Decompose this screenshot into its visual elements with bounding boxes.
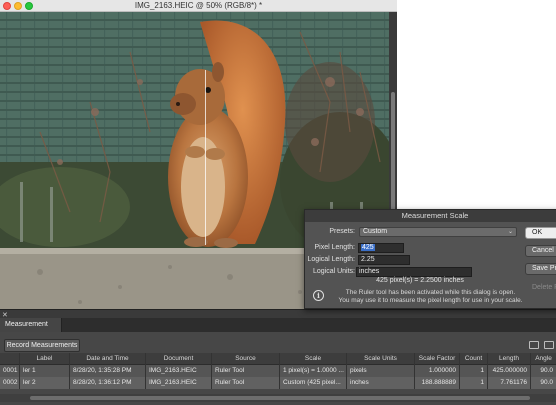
column-header[interactable]: Document [146, 353, 212, 365]
logical-length-label: Logical Length: [307, 256, 355, 263]
row-document: IMG_2163.HEIC [146, 377, 212, 389]
row-source: Ruler Tool [212, 365, 280, 377]
presets-value: Custom [363, 228, 388, 235]
row-count: 1 [460, 377, 488, 389]
record-measurements-button[interactable]: Record Measurements [4, 339, 80, 352]
row-label: ler 1 [20, 365, 70, 377]
row-scale: Custom (425 pixel... [280, 377, 347, 389]
pixel-length-field[interactable]: 425 [358, 243, 404, 253]
measurement-scale-dialog: Measurement Scale Presets: Custom ⌄ Pixe… [304, 209, 556, 309]
column-header[interactable]: Date and Time [70, 353, 146, 365]
scale-summary: 425 pixel(s) = 2.2500 inches [376, 277, 464, 284]
row-scale: 1 pixel(s) = 1.0000 ... [280, 365, 347, 377]
ok-button[interactable]: OK [525, 227, 556, 239]
info-icon: i [313, 290, 324, 301]
column-header[interactable]: Angle [531, 353, 556, 365]
tab-measurement-log[interactable]: Measurement Log [0, 318, 62, 342]
scrollbar-thumb[interactable] [391, 92, 395, 212]
scrollbar-thumb[interactable] [30, 396, 530, 400]
pixel-length-label: Pixel Length: [314, 244, 355, 251]
table-row[interactable]: 0001 ler 1 8/28/20, 1:35:28 PM IMG_2163.… [0, 365, 556, 377]
column-header[interactable]: Count [460, 353, 488, 365]
row-scale-factor: 1.000000 [415, 365, 460, 377]
row-date: 8/28/20, 1:35:28 PM [70, 365, 146, 377]
window-titlebar[interactable]: IMG_2163.HEIC @ 50% (RGB/8*) * [0, 0, 397, 12]
row-length: 7.761176 [488, 377, 531, 389]
row-label: ler 2 [20, 377, 70, 389]
panel-tab-bar: Measurement Log [0, 318, 556, 342]
cancel-button[interactable]: Cancel [525, 245, 556, 257]
column-header[interactable]: Label [20, 353, 70, 365]
save-preset-button[interactable]: Save Preset... [525, 263, 556, 275]
row-scale-factor: 188.888889 [415, 377, 460, 389]
presets-label: Presets: [329, 228, 355, 235]
measurement-log-panel: ✕ Measurement Log Record Measurements La… [0, 309, 556, 405]
row-document: IMG_2163.HEIC [146, 365, 212, 377]
column-header[interactable]: Length [488, 353, 531, 365]
table-header-row: Label Date and Time Document Source Scal… [0, 353, 556, 365]
row-scale-units: pixels [347, 365, 415, 377]
delete-icon[interactable] [544, 341, 554, 349]
logical-units-label: Logical Units: [312, 268, 355, 275]
presets-select[interactable]: Custom ⌄ [359, 227, 517, 237]
export-icon[interactable] [529, 341, 539, 349]
row-date: 8/28/20, 1:36:12 PM [70, 377, 146, 389]
row-length: 425.000000 [488, 365, 531, 377]
dialog-title: Measurement Scale [305, 210, 556, 222]
logical-length-field[interactable]: 2.25 [358, 255, 410, 265]
document-title: IMG_2163.HEIC @ 50% (RGB/8*) * [134, 1, 263, 10]
column-header[interactable]: Source [212, 353, 280, 365]
row-id: 0002 [0, 377, 20, 389]
ruler-measure-line[interactable] [205, 70, 206, 245]
table-row[interactable]: 0002 ler 2 8/28/20, 1:36:12 PM IMG_2163.… [0, 377, 556, 389]
column-header[interactable]: Scale Units [347, 353, 415, 365]
column-header-id [0, 353, 20, 365]
row-source: Ruler Tool [212, 377, 280, 389]
row-count: 1 [460, 365, 488, 377]
ruler-info-text: The Ruler tool has been activated while … [328, 289, 533, 305]
info-line-1: The Ruler tool has been activated while … [345, 289, 516, 296]
chevron-down-icon: ⌄ [507, 229, 513, 235]
row-angle: 90.0 [540, 367, 553, 374]
row-id: 0001 [0, 365, 20, 377]
screen: IMG_2163.HEIC @ 50% (RGB/8*) * ✕ Measure… [0, 0, 556, 405]
column-header[interactable]: Scale [280, 353, 347, 365]
row-angle: 90.0 [540, 379, 553, 386]
horizontal-scrollbar[interactable] [0, 394, 556, 402]
row-scale-units: inches [347, 377, 415, 389]
pixel-length-value: 425 [361, 244, 375, 251]
column-header[interactable]: Scale Factor [415, 353, 460, 365]
info-line-2: You may use it to measure the pixel leng… [338, 297, 523, 304]
logical-units-field[interactable]: inches [356, 267, 472, 277]
delete-preset-button: Delete Preset... [532, 284, 556, 291]
